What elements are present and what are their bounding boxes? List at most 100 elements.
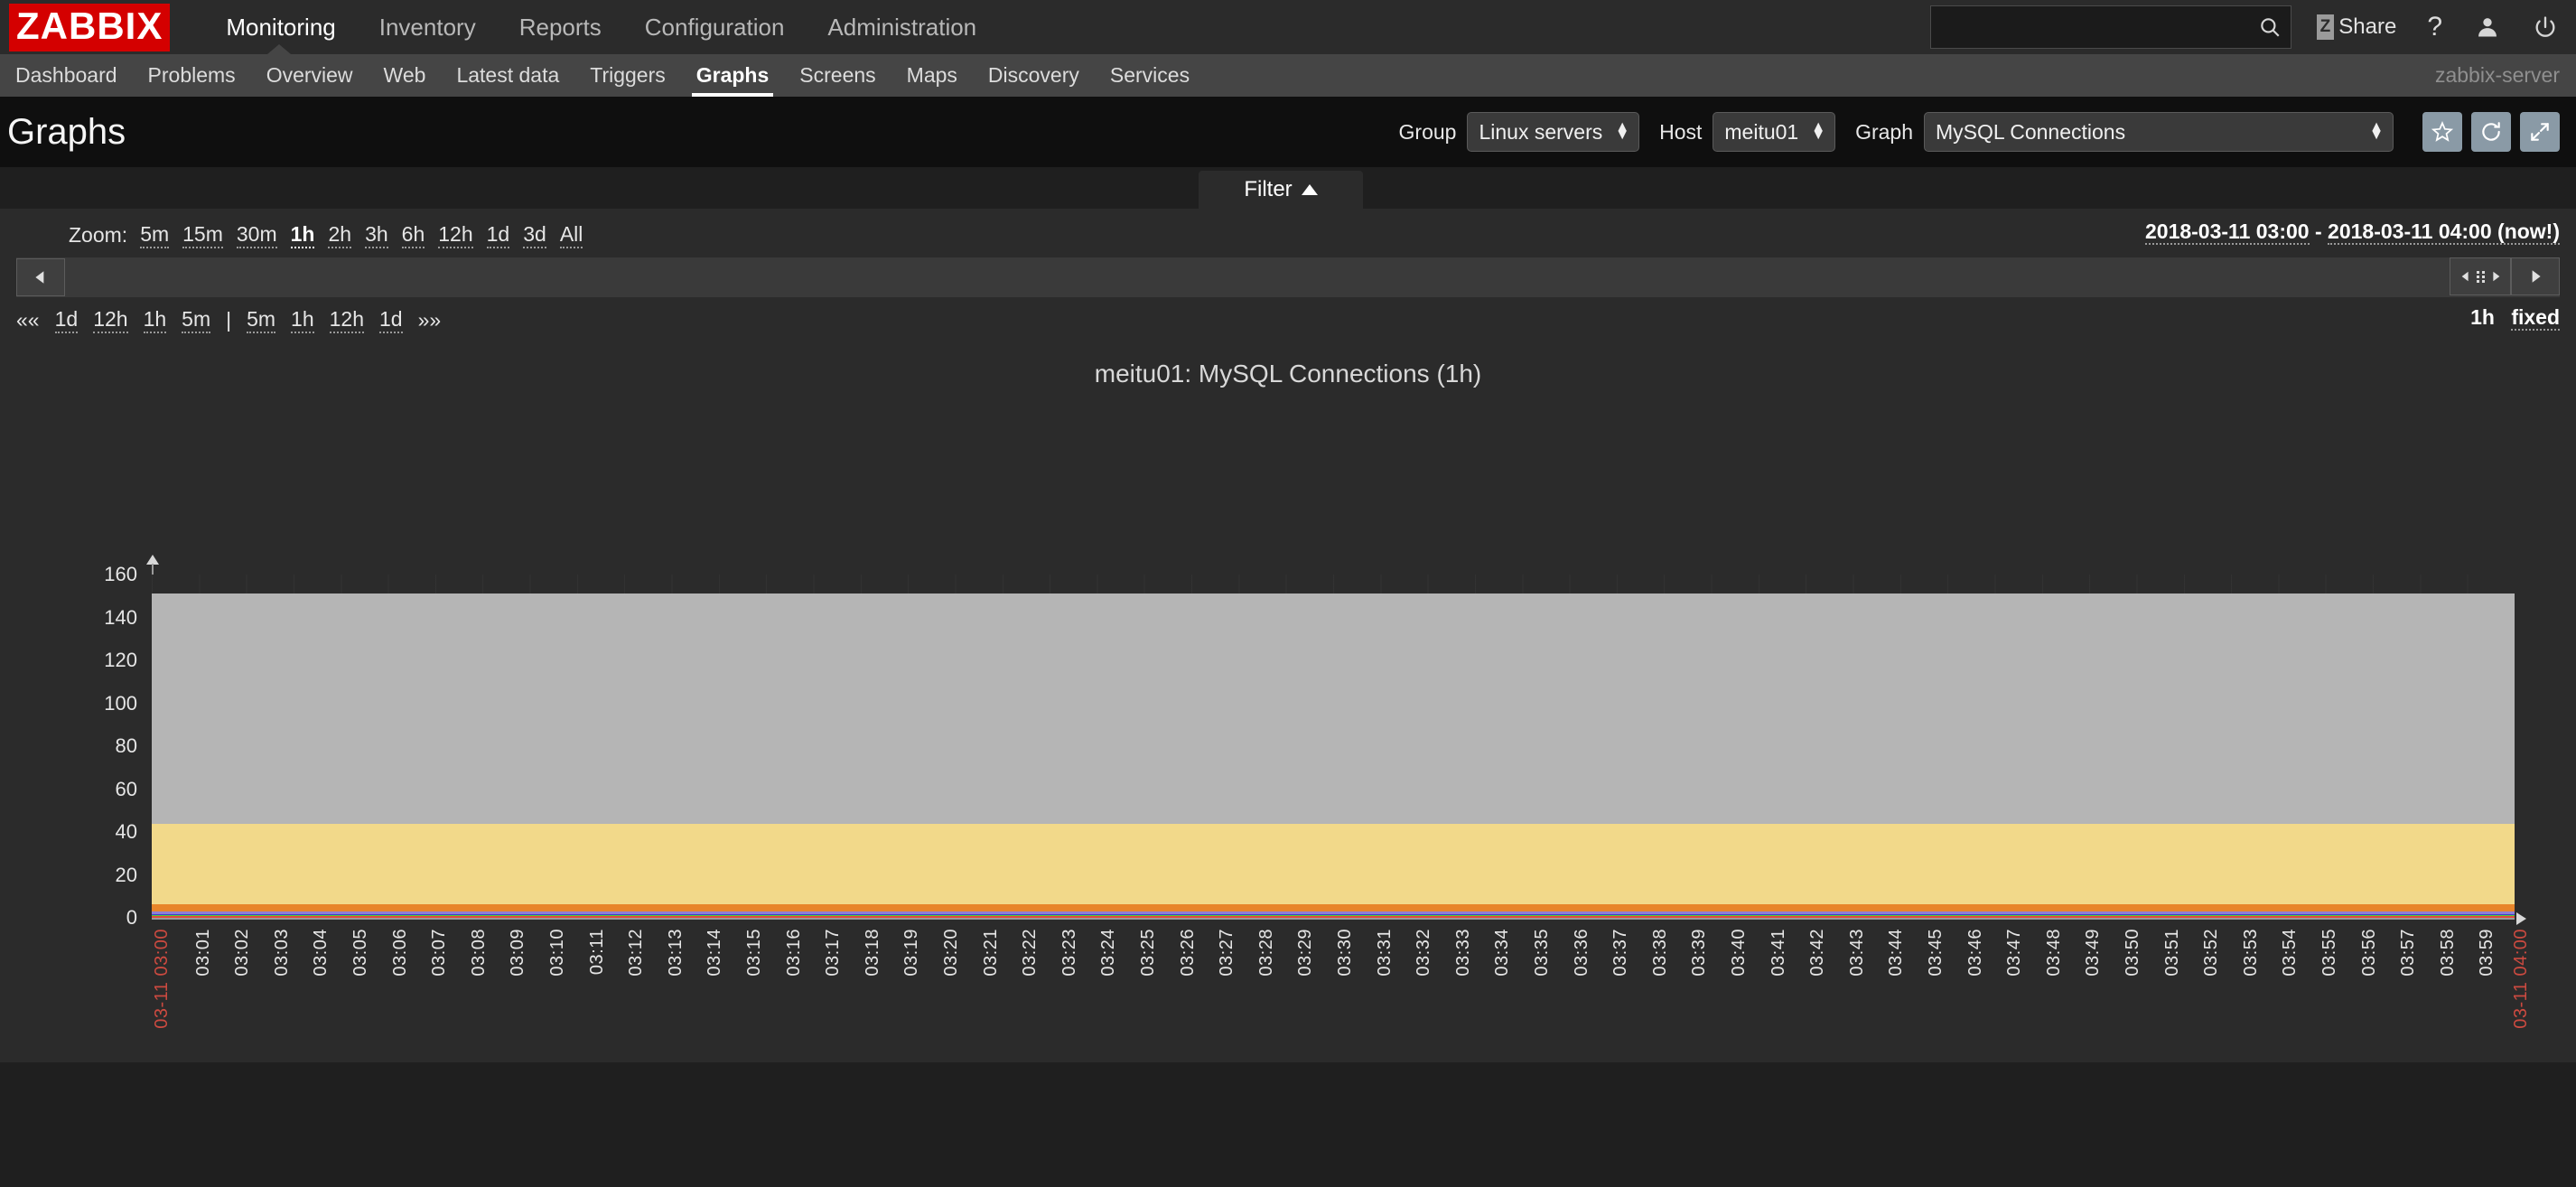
- zoom-option-6h[interactable]: 6h: [401, 222, 425, 248]
- time-mode-toggle[interactable]: fixed: [2511, 305, 2560, 331]
- time-scrollbar[interactable]: [16, 257, 2560, 297]
- host-select[interactable]: meitu01 ▲ ▼: [1713, 112, 1836, 152]
- header-actions: Z Share ?: [1929, 0, 2560, 54]
- shift-back-1d[interactable]: 1d: [54, 307, 79, 333]
- x-tick-0319: 03:19: [901, 929, 922, 977]
- shift-back-12h[interactable]: 12h: [93, 307, 128, 333]
- subnav-item-latest-data[interactable]: Latest data: [441, 54, 574, 97]
- nav-item-inventory[interactable]: Inventory: [358, 0, 498, 54]
- x-tick-0315: 03:15: [744, 929, 764, 977]
- zoom-option-all[interactable]: All: [559, 222, 583, 248]
- nav-item-reports[interactable]: Reports: [498, 0, 623, 54]
- search-input[interactable]: [1939, 15, 2258, 39]
- plot-area[interactable]: [152, 575, 2515, 918]
- subnav-item-overview[interactable]: Overview: [251, 54, 369, 97]
- graph-container: meitu01: MySQL Connections (1h) 0 20 40 60 8…: [0, 336, 2576, 1062]
- zoom-option-1h[interactable]: 1h: [290, 222, 315, 248]
- x-tick-0318: 03:18: [862, 929, 882, 977]
- graph-selector-controls: Group Linux servers ▲ ▼ Host meitu01 ▲ ▼ G…: [1399, 112, 2560, 152]
- subnav-item-services[interactable]: Services: [1095, 54, 1205, 97]
- x-tick-0325: 03:25: [1138, 929, 1158, 977]
- zabbix-logo[interactable]: ZABBIX: [9, 3, 171, 51]
- group-label: Group: [1398, 119, 1457, 144]
- scroll-right-button[interactable]: [2511, 257, 2560, 295]
- shift-fwd-1d[interactable]: 1d: [379, 307, 403, 333]
- x-tick-0344: 03:44: [1886, 929, 1907, 977]
- x-tick-0316: 03:16: [783, 929, 804, 977]
- shift-back-5m[interactable]: 5m: [182, 307, 211, 333]
- x-tick-0337: 03:37: [1610, 929, 1631, 977]
- x-tick-0349: 03:49: [2083, 929, 2104, 977]
- scroll-drag-handle[interactable]: [2450, 257, 2511, 295]
- time-selector-panel: Zoom: 5m 15m 30m 1h 2h 3h 6h 12h 1d 3d A…: [0, 209, 2576, 336]
- x-tick-0352: 03:52: [2201, 929, 2222, 977]
- subnav-item-triggers[interactable]: Triggers: [574, 54, 681, 97]
- chevron-updown-icon: ▲ ▼: [1615, 119, 1630, 143]
- page-header: Graphs Group Linux servers ▲ ▼ Host meitu…: [0, 97, 2576, 167]
- zoom-option-2h[interactable]: 2h: [328, 222, 352, 248]
- range-separator: -: [2314, 220, 2322, 243]
- refresh-button[interactable]: [2471, 112, 2511, 152]
- subnav-item-web[interactable]: Web: [369, 54, 442, 97]
- subnav-item-discovery[interactable]: Discovery: [973, 54, 1095, 97]
- favourite-button[interactable]: [2422, 112, 2462, 152]
- filter-tab[interactable]: Filter: [1199, 171, 1363, 209]
- group-select[interactable]: Linux servers ▲ ▼: [1467, 112, 1640, 152]
- search-icon[interactable]: [2258, 15, 2282, 39]
- subnav-item-screens[interactable]: Screens: [784, 54, 891, 97]
- shift-fwd-all[interactable]: »»: [418, 308, 442, 332]
- zoom-option-30m[interactable]: 30m: [236, 222, 277, 248]
- zoom-row: Zoom: 5m 15m 30m 1h 2h 3h 6h 12h 1d 3d A…: [16, 220, 2560, 250]
- nav-item-administration[interactable]: Administration: [806, 0, 998, 54]
- x-tick-0308: 03:08: [468, 929, 489, 977]
- x-tick-0358: 03:58: [2437, 929, 2458, 977]
- shift-fwd-1h[interactable]: 1h: [291, 307, 314, 333]
- x-tick-0354: 03:54: [2280, 929, 2301, 977]
- graph-select[interactable]: MySQL Connections ▲ ▼: [1924, 112, 2394, 152]
- host-select-value: meitu01: [1724, 119, 1799, 144]
- shift-back-all[interactable]: ««: [16, 308, 40, 332]
- graph-label: Graph: [1855, 119, 1913, 144]
- shift-fwd-12h[interactable]: 12h: [329, 307, 365, 333]
- power-icon[interactable]: [2533, 14, 2558, 40]
- x-tick-0313: 03:13: [665, 929, 686, 977]
- x-tick-0301: 03:01: [192, 929, 213, 977]
- zoom-option-15m[interactable]: 15m: [182, 222, 223, 248]
- y-tick-100: 100: [104, 691, 137, 715]
- x-tick-0323: 03:23: [1059, 929, 1079, 977]
- subnav-item-maps[interactable]: Maps: [891, 54, 973, 97]
- zoom-option-5m[interactable]: 5m: [140, 222, 170, 248]
- shift-fwd-5m[interactable]: 5m: [247, 307, 276, 333]
- zoom-option-3d[interactable]: 3d: [523, 222, 546, 248]
- subnav-item-graphs[interactable]: Graphs: [681, 54, 785, 97]
- x-tick-0342: 03:42: [1807, 929, 1828, 977]
- chevron-updown-icon: ▲ ▼: [2369, 119, 2384, 143]
- global-search[interactable]: [1929, 5, 2291, 49]
- fullscreen-button[interactable]: [2520, 112, 2560, 152]
- x-tick-0330: 03:30: [1335, 929, 1355, 977]
- zoom-label: Zoom:: [69, 222, 128, 247]
- x-tick-0356: 03:56: [2358, 929, 2379, 977]
- help-icon[interactable]: ?: [2427, 12, 2442, 42]
- zoom-option-12h[interactable]: 12h: [438, 222, 473, 248]
- chevron-updown-icon: ▲ ▼: [1811, 119, 1826, 143]
- x-tick-0340: 03:40: [1729, 929, 1749, 977]
- y-tick-160: 160: [104, 563, 137, 585]
- range-to[interactable]: 2018-03-11 04:00 (now!): [2328, 220, 2560, 245]
- subnav-item-problems[interactable]: Problems: [133, 54, 251, 97]
- zoom-option-3h[interactable]: 3h: [365, 222, 388, 248]
- scroll-left-button[interactable]: [16, 258, 65, 296]
- x-tick-0324: 03:24: [1098, 929, 1119, 977]
- series-band-aborted-clients: [152, 915, 2515, 918]
- shift-back-1h[interactable]: 1h: [143, 307, 167, 333]
- range-from[interactable]: 2018-03-11 03:00: [2144, 220, 2310, 245]
- x-tick-0310: 03:10: [547, 929, 567, 977]
- nav-item-configuration[interactable]: Configuration: [623, 0, 807, 54]
- zoom-option-1d[interactable]: 1d: [486, 222, 510, 248]
- x-tick-0331: 03:31: [1374, 929, 1395, 977]
- subnav-item-dashboard[interactable]: Dashboard: [0, 54, 133, 97]
- x-tick-0357: 03:57: [2398, 929, 2419, 977]
- user-icon[interactable]: [2475, 14, 2500, 40]
- x-axis-line: [152, 918, 2515, 920]
- share-button[interactable]: Z Share: [2316, 14, 2396, 40]
